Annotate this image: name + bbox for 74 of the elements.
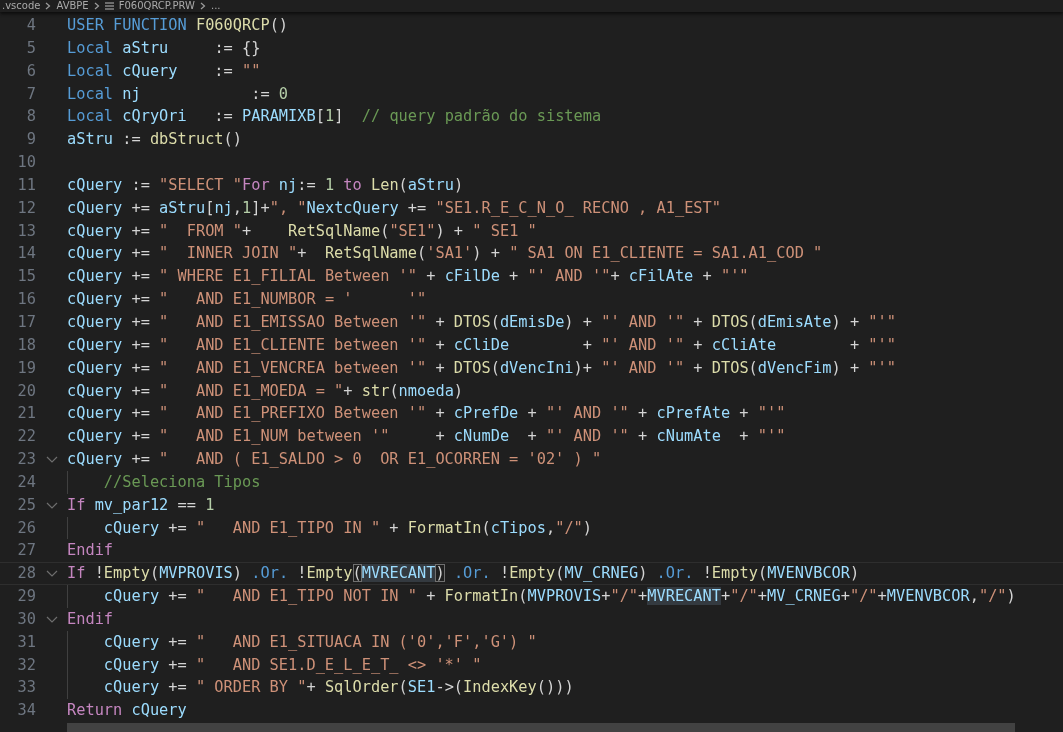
- line-number: 5: [25, 37, 36, 59]
- code-line: cQuery += " AND E1_TIPO IN " + FormatIn(cTipos,"/"): [67, 516, 593, 540]
- line-number: 31: [16, 631, 36, 653]
- code-line: Endif: [67, 540, 114, 562]
- line-number: 20: [16, 380, 36, 402]
- horizontal-scrollbar[interactable]: [67, 723, 1015, 732]
- line-number: 4: [25, 15, 36, 36]
- code-line: Local nj := 0: [67, 83, 289, 105]
- code-line: Local cQuery := "": [67, 60, 261, 82]
- line-number: 8: [25, 106, 36, 128]
- line-number: 15: [16, 266, 36, 288]
- code-line: Endif: [67, 608, 114, 630]
- code-line: cQuery += " AND E1_CLIENTE between '" + cCliDe + "' AND '" + cCliAte + "'": [67, 334, 896, 356]
- line-number: 17: [16, 311, 36, 333]
- code-line: cQuery += " AND E1_VENCREA between '" + DTOS(dVencIni)+ "' AND '" + DTOS(dVencFim) + "'": [67, 357, 896, 379]
- chevron-down-icon[interactable]: [45, 615, 58, 623]
- chevron-right-icon: [45, 2, 52, 10]
- code-line: cQuery += " AND E1_MOEDA = "+ str(nmoeda): [67, 380, 464, 402]
- line-number: 11: [16, 174, 36, 196]
- line-number: 28: [16, 563, 36, 585]
- line-number: 27: [16, 540, 36, 562]
- code-line: cQuery += " AND E1_PREFIXO Between '" + cPrefDe + "' AND '" + cPrefAte + "'": [67, 403, 786, 425]
- code-line: cQuery += " FROM "+ RetSqlName("SE1") + " SE1 ": [67, 220, 537, 242]
- code-line: cQuery += " ORDER BY "+ SqlOrder(SE1->(IndexKey())): [67, 676, 574, 700]
- code-line: cQuery += " INNER JOIN "+ RetSqlName('SA1') + " SA1 ON E1_CLIENTE = SA1.A1_COD ": [67, 243, 823, 265]
- code-line: If mv_par12 == 1: [67, 494, 215, 516]
- line-number: 9: [25, 129, 36, 151]
- code-line: cQuery += " AND E1_SITUACA IN ('0','F','G') ": [67, 630, 537, 654]
- code-line: Local aStru := {}: [67, 37, 261, 59]
- line-number: 13: [16, 220, 36, 242]
- code-line: cQuery := "SELECT "For nj:= 1 to Len(aStru): [67, 174, 464, 196]
- code-line: cQuery += aStru[nj,1]+", "NextcQuery += "SE1.R_E_C_N_O_ RECNO , A1_EST": [67, 197, 721, 219]
- line-number: 7: [25, 83, 36, 105]
- line-number: 6: [25, 60, 36, 82]
- line-number: 14: [16, 243, 36, 265]
- chevron-right-icon: [199, 2, 206, 10]
- code-line: cQuery += " AND E1_EMISSAO Between '" + DTOS(dEmisDe) + "' AND '" + DTOS(dEmisAte) + "'": [67, 311, 896, 333]
- code-line: cQuery += " AND SE1.D_E_L_E_T_ <> '*' ": [67, 653, 482, 677]
- code-line: cQuery += " WHERE E1_FILIAL Between '" + cFilDe + "' AND '"+ cFilAte + "'": [67, 266, 749, 288]
- line-number: 18: [16, 334, 36, 356]
- line-number: 26: [16, 517, 36, 539]
- line-number: 34: [16, 700, 36, 722]
- line-number: 12: [16, 197, 36, 219]
- line-number: 16: [16, 289, 36, 311]
- code-line: Return cQuery: [67, 700, 187, 722]
- line-number: 25: [16, 494, 36, 516]
- chevron-down-icon[interactable]: [45, 570, 58, 578]
- folder-crumb[interactable]: AVBPE: [56, 0, 89, 12]
- code-line: aStru := dbStruct(): [67, 129, 242, 151]
- chevron-down-icon[interactable]: [45, 501, 58, 509]
- line-number: 24: [16, 471, 36, 493]
- chevron-down-icon[interactable]: [45, 455, 58, 463]
- code-line: //Seleciona Tipos: [67, 470, 261, 494]
- code-line: cQuery += " AND E1_NUM between '" + cNumDe + "' AND '" + cNumAte + "'": [67, 426, 786, 448]
- line-number: 32: [16, 654, 36, 676]
- line-number: 21: [16, 403, 36, 425]
- line-number: 29: [16, 586, 36, 608]
- line-number: 33: [16, 677, 36, 699]
- code-line: cQuery += " AND E1_TIPO NOT IN " + FormatIn(MVPROVIS+"/"+MVRECANT+"/"+MV_CRNEG+"/"+MVENVBCOR,"/"): [67, 585, 1016, 608]
- line-number: 19: [16, 357, 36, 379]
- line-number: 22: [16, 426, 36, 448]
- line-number: 10: [16, 152, 36, 174]
- code-line: If !Empty(MVPROVIS) .Or. !Empty(MVRECANT) .Or. !Empty(MV_CRNEG) .Or. !Empty(MVENVBCOR): [67, 563, 860, 585]
- code-line: cQuery += " AND E1_NUMBOR = ' '": [67, 289, 427, 311]
- more-crumb[interactable]: ...: [210, 0, 221, 12]
- chevron-right-icon: [93, 2, 100, 10]
- file-crumb[interactable]: F060QRCP.PRW: [118, 0, 195, 12]
- line-number: 23: [16, 449, 36, 471]
- code-line: USER FUNCTION F060QRCP(): [67, 15, 289, 36]
- line-number: 30: [16, 608, 36, 630]
- code-line: Local cQryOri := PARAMIXB[1] // query padrão do sistema: [67, 106, 602, 128]
- folder-crumb[interactable]: .vscode: [2, 0, 41, 12]
- file-lines-icon: [104, 2, 114, 10]
- code-line: cQuery += " AND ( E1_SALDO > 0 OR E1_OCORREN = '02' ) ": [67, 449, 602, 471]
